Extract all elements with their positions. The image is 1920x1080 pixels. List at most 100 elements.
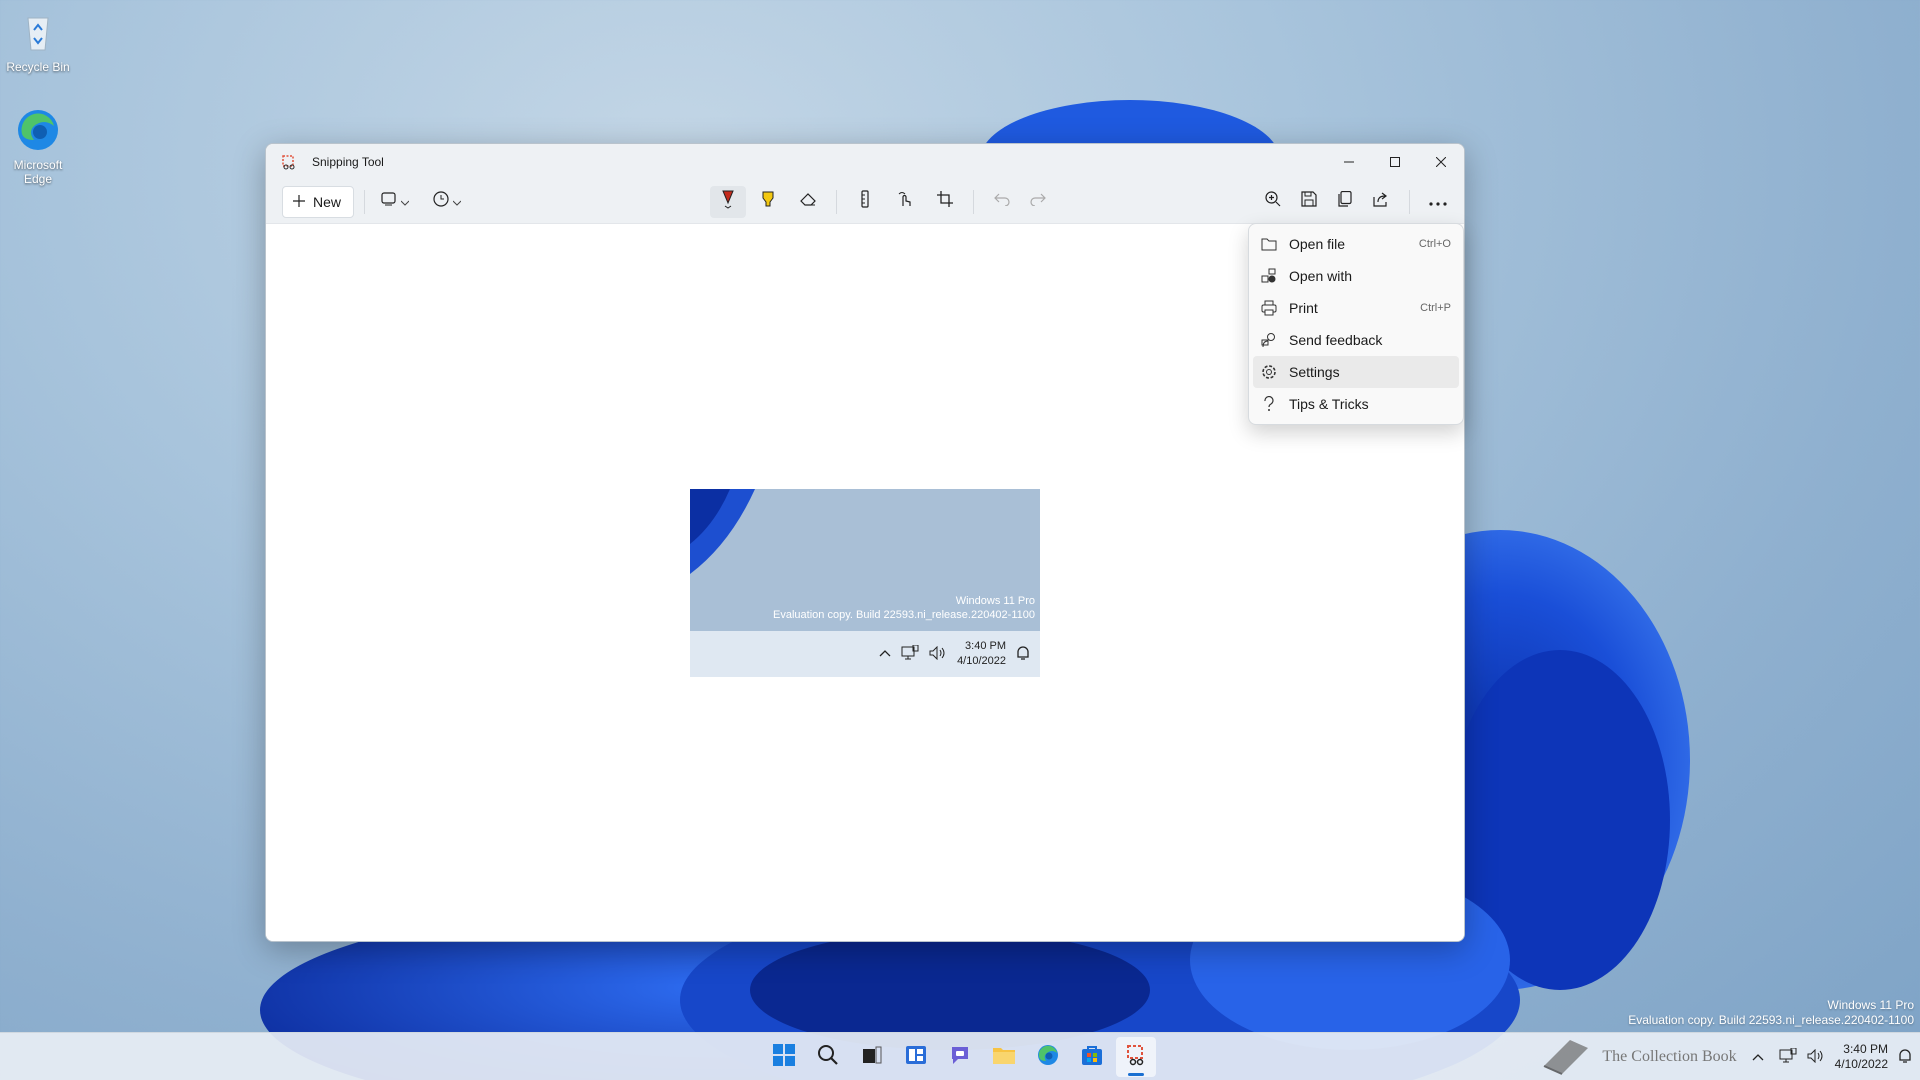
taskbar-clock[interactable]: 3:40 PM 4/10/2022 bbox=[1835, 1042, 1888, 1072]
see-more-button[interactable] bbox=[1420, 186, 1456, 218]
menu-item-shortcut: Ctrl+P bbox=[1420, 302, 1451, 314]
desktop-icon-recycle-bin[interactable]: Recycle Bin bbox=[0, 8, 76, 74]
touch-writing-button[interactable] bbox=[887, 186, 923, 218]
menu-item-label: Send feedback bbox=[1289, 332, 1383, 348]
taskbar-time: 3:40 PM bbox=[1843, 1042, 1888, 1056]
delay-dropdown[interactable] bbox=[427, 186, 467, 218]
zoom-in-icon bbox=[1265, 191, 1281, 212]
ruler-button[interactable] bbox=[847, 186, 883, 218]
widgets-icon bbox=[905, 1044, 927, 1071]
system-tray: The Collection Book 3:40 PM 4/10/2022 bbox=[1540, 1033, 1912, 1080]
edge-taskbar-button[interactable] bbox=[1028, 1037, 1068, 1077]
show-hidden-icons-button[interactable] bbox=[1747, 1041, 1769, 1073]
save-icon bbox=[1301, 191, 1317, 212]
toolbar: New bbox=[266, 180, 1464, 224]
file-explorer-button[interactable] bbox=[984, 1037, 1024, 1077]
share-button[interactable] bbox=[1363, 186, 1399, 218]
menu-item-open-file[interactable]: Open file Ctrl+O bbox=[1253, 228, 1459, 260]
snip-watermark-build: Evaluation copy. Build 22593.ni_release.… bbox=[773, 609, 1035, 621]
gear-icon bbox=[1261, 364, 1277, 380]
snip-time: 3:40 PM bbox=[965, 640, 1006, 652]
save-button[interactable] bbox=[1291, 186, 1327, 218]
undo-button[interactable] bbox=[984, 186, 1020, 218]
desktop-icon-edge[interactable]: Microsoft Edge bbox=[0, 106, 76, 186]
apps-icon bbox=[1261, 268, 1277, 284]
snipping-tool-icon bbox=[1125, 1044, 1147, 1071]
toolbar-divider bbox=[973, 189, 974, 214]
captured-snip-image: Windows 11 Pro Evaluation copy. Build 22… bbox=[690, 489, 1040, 677]
snip-date: 4/10/2022 bbox=[957, 655, 1006, 667]
menu-item-settings[interactable]: Settings bbox=[1253, 356, 1459, 388]
file-tools bbox=[1255, 180, 1456, 223]
folder-icon bbox=[992, 1045, 1016, 1070]
watermark-text: The Collection Book bbox=[1602, 1048, 1737, 1065]
copy-button[interactable] bbox=[1327, 186, 1363, 218]
menu-item-label: Open file bbox=[1289, 236, 1346, 252]
snip-watermark-edition: Windows 11 Pro bbox=[955, 595, 1035, 607]
desktop-icon-label: Microsoft Edge bbox=[13, 158, 63, 186]
menu-item-label: Settings bbox=[1289, 364, 1340, 380]
highlighter-button[interactable] bbox=[750, 186, 786, 218]
window-title: Snipping Tool bbox=[312, 155, 384, 169]
crop-button[interactable] bbox=[927, 186, 963, 218]
eraser-button[interactable] bbox=[790, 186, 826, 218]
new-snip-button[interactable]: New bbox=[282, 185, 355, 218]
notification-icon bbox=[1016, 645, 1030, 664]
more-icon bbox=[1429, 193, 1447, 211]
book-watermark-icon bbox=[1540, 1036, 1592, 1079]
undo-icon bbox=[994, 192, 1010, 211]
network-icon[interactable] bbox=[1779, 1047, 1797, 1067]
maximize-button[interactable] bbox=[1372, 144, 1418, 180]
snip-mode-dropdown[interactable] bbox=[375, 186, 415, 218]
desktop-icon-label: Recycle Bin bbox=[6, 60, 70, 74]
chevron-up-icon bbox=[879, 648, 891, 660]
toolbar-divider bbox=[836, 189, 837, 214]
volume-icon[interactable] bbox=[1807, 1048, 1825, 1066]
recycle-bin-icon bbox=[14, 8, 62, 56]
snip-clock: 3:40 PM 4/10/2022 bbox=[957, 639, 1006, 669]
snipping-tool-icon bbox=[281, 154, 297, 170]
store-button[interactable] bbox=[1072, 1037, 1112, 1077]
menu-item-label: Print bbox=[1289, 300, 1318, 316]
folder-icon bbox=[1261, 236, 1277, 252]
task-view-button[interactable] bbox=[852, 1037, 892, 1077]
desktop-watermark-build: Evaluation copy. Build 22593.ni_release.… bbox=[1628, 1013, 1914, 1027]
snip-taskbar: 3:40 PM 4/10/2022 bbox=[690, 631, 1040, 677]
snipping-tool-taskbar-button[interactable] bbox=[1116, 1037, 1156, 1077]
menu-item-shortcut: Ctrl+O bbox=[1418, 238, 1451, 250]
new-button-label: New bbox=[313, 193, 342, 210]
redo-icon bbox=[1030, 192, 1046, 211]
toolbar-divider bbox=[364, 189, 366, 214]
menu-item-label: Tips & Tricks bbox=[1289, 396, 1369, 412]
search-icon bbox=[817, 1044, 839, 1071]
printer-icon bbox=[1261, 300, 1277, 316]
snip-watermark: Windows 11 Pro Evaluation copy. Build 22… bbox=[773, 594, 1035, 622]
minimize-button[interactable] bbox=[1326, 144, 1372, 180]
start-button[interactable] bbox=[764, 1037, 804, 1077]
widgets-button[interactable] bbox=[896, 1037, 936, 1077]
desktop-watermark: Windows 11 Pro Evaluation copy. Build 22… bbox=[1628, 998, 1914, 1028]
search-button[interactable] bbox=[808, 1037, 848, 1077]
notification-icon[interactable] bbox=[1898, 1048, 1912, 1067]
title-bar[interactable]: Snipping Tool bbox=[266, 144, 1464, 180]
teams-chat-button[interactable] bbox=[940, 1037, 980, 1077]
chevron-up-icon bbox=[1752, 1050, 1764, 1064]
menu-item-tips-tricks[interactable]: Tips & Tricks bbox=[1253, 388, 1459, 420]
clock-icon bbox=[433, 191, 449, 212]
chevron-down-icon bbox=[400, 193, 410, 211]
redo-button[interactable] bbox=[1020, 186, 1056, 218]
copy-icon bbox=[1338, 190, 1352, 212]
close-button[interactable] bbox=[1418, 144, 1464, 180]
network-icon bbox=[901, 644, 919, 664]
menu-item-send-feedback[interactable]: Send feedback bbox=[1253, 324, 1459, 356]
see-more-menu: Open file Ctrl+O Open with Print Ctrl+P … bbox=[1248, 223, 1464, 425]
touch-writing-icon bbox=[896, 190, 914, 213]
pen-icon bbox=[720, 189, 736, 214]
highlighter-icon bbox=[760, 190, 776, 213]
menu-item-print[interactable]: Print Ctrl+P bbox=[1253, 292, 1459, 324]
rectangle-mode-icon bbox=[381, 192, 397, 211]
ballpoint-pen-button[interactable] bbox=[710, 185, 746, 218]
desktop-watermark-edition: Windows 11 Pro bbox=[1827, 998, 1914, 1012]
zoom-button[interactable] bbox=[1255, 186, 1291, 218]
menu-item-open-with[interactable]: Open with bbox=[1253, 260, 1459, 292]
